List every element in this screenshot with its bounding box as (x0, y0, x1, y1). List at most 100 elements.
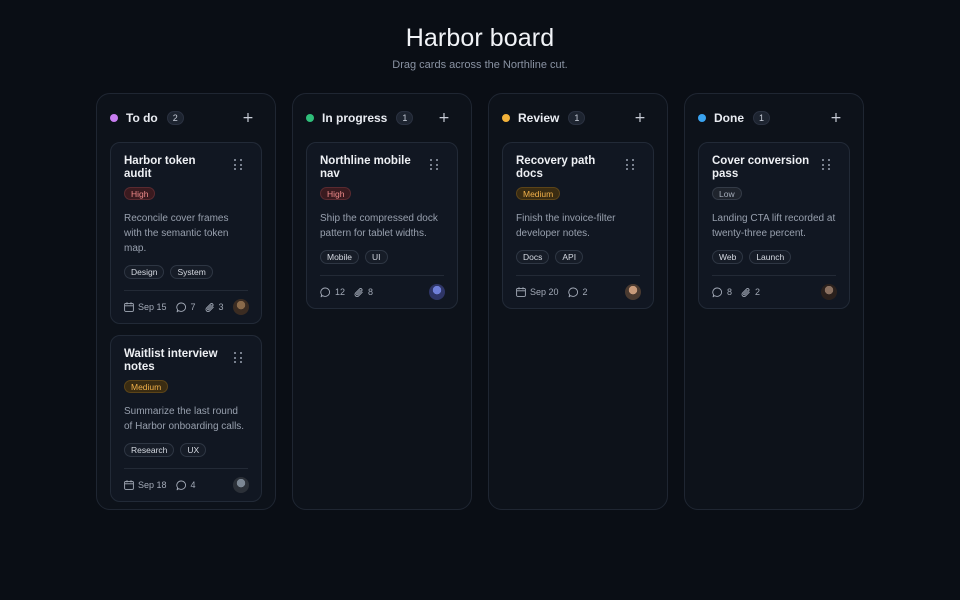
comment-icon (567, 287, 579, 298)
due-date-text: Sep 18 (138, 480, 167, 490)
status-dot (502, 114, 510, 122)
column-header: Review 1 + (502, 94, 654, 142)
add-card-button[interactable]: + (240, 109, 256, 127)
column-title: In progress (322, 111, 388, 125)
paperclip-icon (205, 302, 215, 313)
card-footer: Sep 20 2 (516, 275, 641, 308)
board: To do 2 + Harbor token audit High Reconcile c… (96, 93, 864, 510)
comment-icon (175, 302, 187, 313)
column-header: Done 1 + (698, 94, 850, 142)
priority-badge: Medium (516, 187, 561, 200)
due-date-text: Sep 20 (530, 287, 559, 297)
tag: System (170, 265, 213, 279)
page-subtitle: Drag cards across the Northline cut. (392, 59, 568, 71)
comment-count-text: 2 (582, 287, 588, 297)
tag: Mobile (320, 250, 360, 264)
comment-count[interactable]: 8 (712, 287, 732, 298)
comment-count-text: 7 (190, 302, 196, 312)
task-card[interactable]: Harbor token audit High Reconcile cover fr… (110, 142, 262, 324)
task-card[interactable]: Waitlist interview notes Medium Summarize … (110, 335, 262, 502)
tag: Design (124, 265, 165, 279)
page-title: Harbor board (405, 24, 555, 52)
tag: UI (365, 250, 388, 264)
attachment-count[interactable]: 3 (205, 302, 224, 313)
tag-list: Design System (124, 265, 248, 279)
avatar[interactable] (821, 284, 837, 300)
avatar[interactable] (429, 284, 445, 300)
tag: Web (712, 250, 744, 264)
column-title: Review (518, 111, 560, 125)
comment-count[interactable]: 4 (175, 480, 196, 491)
due-date-text: Sep 15 (138, 302, 167, 312)
status-dot (306, 114, 314, 122)
card-description: Ship the compressed dock pattern for tab… (320, 213, 438, 239)
attachment-count-text: 2 (755, 287, 761, 297)
drag-handle-icon[interactable] (234, 352, 243, 364)
priority-badge: Medium (124, 380, 169, 393)
card-footer: Sep 18 4 (124, 468, 249, 501)
card-title: Northline mobile nav (320, 155, 411, 180)
due-date: Sep 20 (516, 287, 559, 297)
add-card-button[interactable]: + (632, 109, 648, 127)
plus-icon: + (438, 110, 450, 126)
attachment-count-text: 3 (218, 302, 224, 312)
add-card-button[interactable]: + (828, 109, 844, 127)
calendar-icon (124, 302, 134, 312)
card-description: Summarize the last round of Harbor onboa… (124, 406, 245, 432)
card-description: Reconcile cover frames with the semantic… (124, 213, 229, 254)
card-title: Cover conversion pass (712, 155, 810, 180)
card-footer: Sep 15 7 3 (124, 290, 249, 323)
tag: UX (180, 443, 207, 457)
tag-list: Research UX (124, 443, 248, 457)
drag-handle-icon[interactable] (430, 159, 439, 171)
attachment-count-text: 8 (368, 287, 374, 297)
column-title: Done (714, 111, 744, 125)
card-description: Landing CTA lift recorded at twenty-thre… (712, 213, 836, 239)
comment-count[interactable]: 12 (320, 287, 345, 298)
column-header: In progress 1 + (306, 94, 458, 142)
tag: Launch (749, 250, 792, 264)
column-count-badge: 1 (568, 111, 586, 125)
attachment-count[interactable]: 2 (741, 287, 760, 298)
drag-handle-icon[interactable] (234, 159, 243, 171)
plus-icon: + (830, 110, 842, 126)
card-description: Finish the invoice-filter developer note… (516, 213, 616, 239)
column-count-badge: 2 (166, 111, 184, 125)
tag: Research (124, 443, 175, 457)
tag-list: Docs API (516, 250, 640, 264)
drag-handle-icon[interactable] (626, 159, 635, 171)
column-review: Review 1 + Recovery path docs Medium Finish t… (488, 93, 668, 510)
paperclip-icon (741, 287, 751, 298)
drag-handle-icon[interactable] (822, 159, 831, 171)
tag-list: Mobile UI (320, 250, 444, 264)
priority-badge: Low (712, 187, 742, 200)
task-card[interactable]: Recovery path docs Medium Finish the invoi… (502, 142, 654, 309)
plus-icon: + (242, 110, 254, 126)
comment-icon (320, 287, 331, 298)
card-footer: 82 (712, 275, 837, 308)
comment-count[interactable]: 7 (175, 302, 196, 313)
task-card[interactable]: Cover conversion pass Low Landing CTA lift… (698, 142, 850, 309)
avatar[interactable] (233, 299, 249, 315)
status-dot (698, 114, 706, 122)
attachment-count[interactable]: 8 (354, 287, 373, 298)
column-to-do: To do 2 + Harbor token audit High Reconcile c… (96, 93, 276, 510)
comment-count[interactable]: 2 (567, 287, 588, 298)
avatar[interactable] (233, 477, 249, 493)
tag-list: Web Launch (712, 250, 836, 264)
card-title: Recovery path docs (516, 155, 596, 180)
column-done: Done 1 + Cover conversion pass Low Landing CT… (684, 93, 864, 510)
card-title: Waitlist interview notes (124, 348, 218, 373)
calendar-icon (516, 287, 526, 297)
comment-count-text: 12 (335, 287, 346, 297)
plus-icon: + (634, 110, 646, 126)
task-card[interactable]: Northline mobile nav High Ship the compres… (306, 142, 458, 309)
due-date: Sep 15 (124, 302, 167, 312)
column-count-badge: 1 (753, 111, 770, 125)
card-title: Harbor token audit (124, 155, 196, 180)
avatar[interactable] (625, 284, 641, 300)
priority-badge: High (124, 187, 156, 200)
tag: Docs (516, 250, 550, 264)
add-card-button[interactable]: + (436, 109, 452, 127)
due-date: Sep 18 (124, 480, 167, 490)
